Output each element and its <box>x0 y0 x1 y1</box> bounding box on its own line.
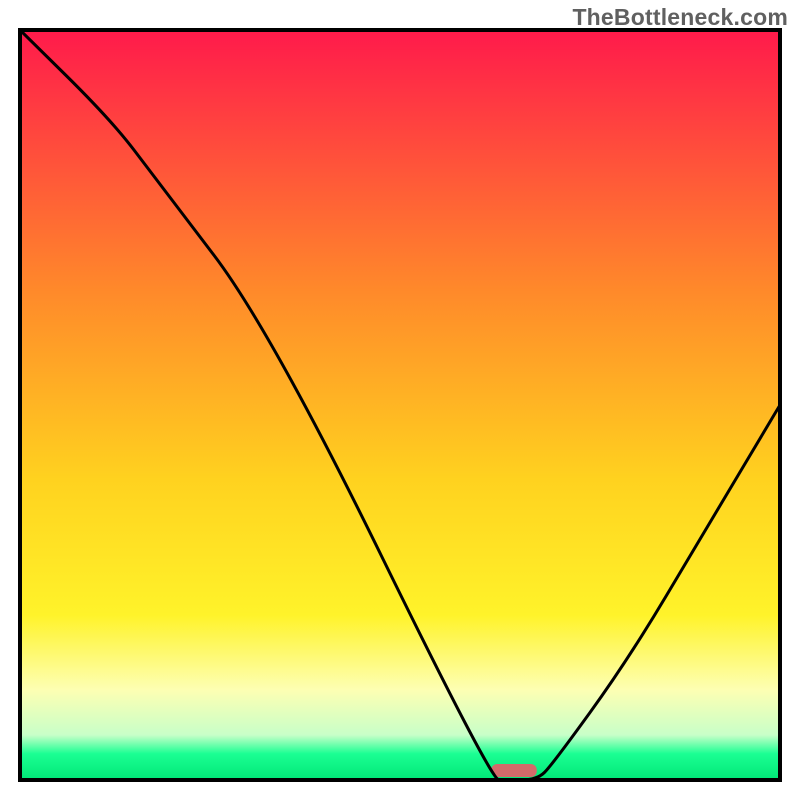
bottleneck-chart <box>0 0 800 800</box>
gradient-background <box>20 30 780 780</box>
watermark-text: TheBottleneck.com <box>572 4 788 31</box>
highlight-marker <box>491 764 537 777</box>
plot-area <box>20 30 780 780</box>
chart-container: TheBottleneck.com <box>0 0 800 800</box>
